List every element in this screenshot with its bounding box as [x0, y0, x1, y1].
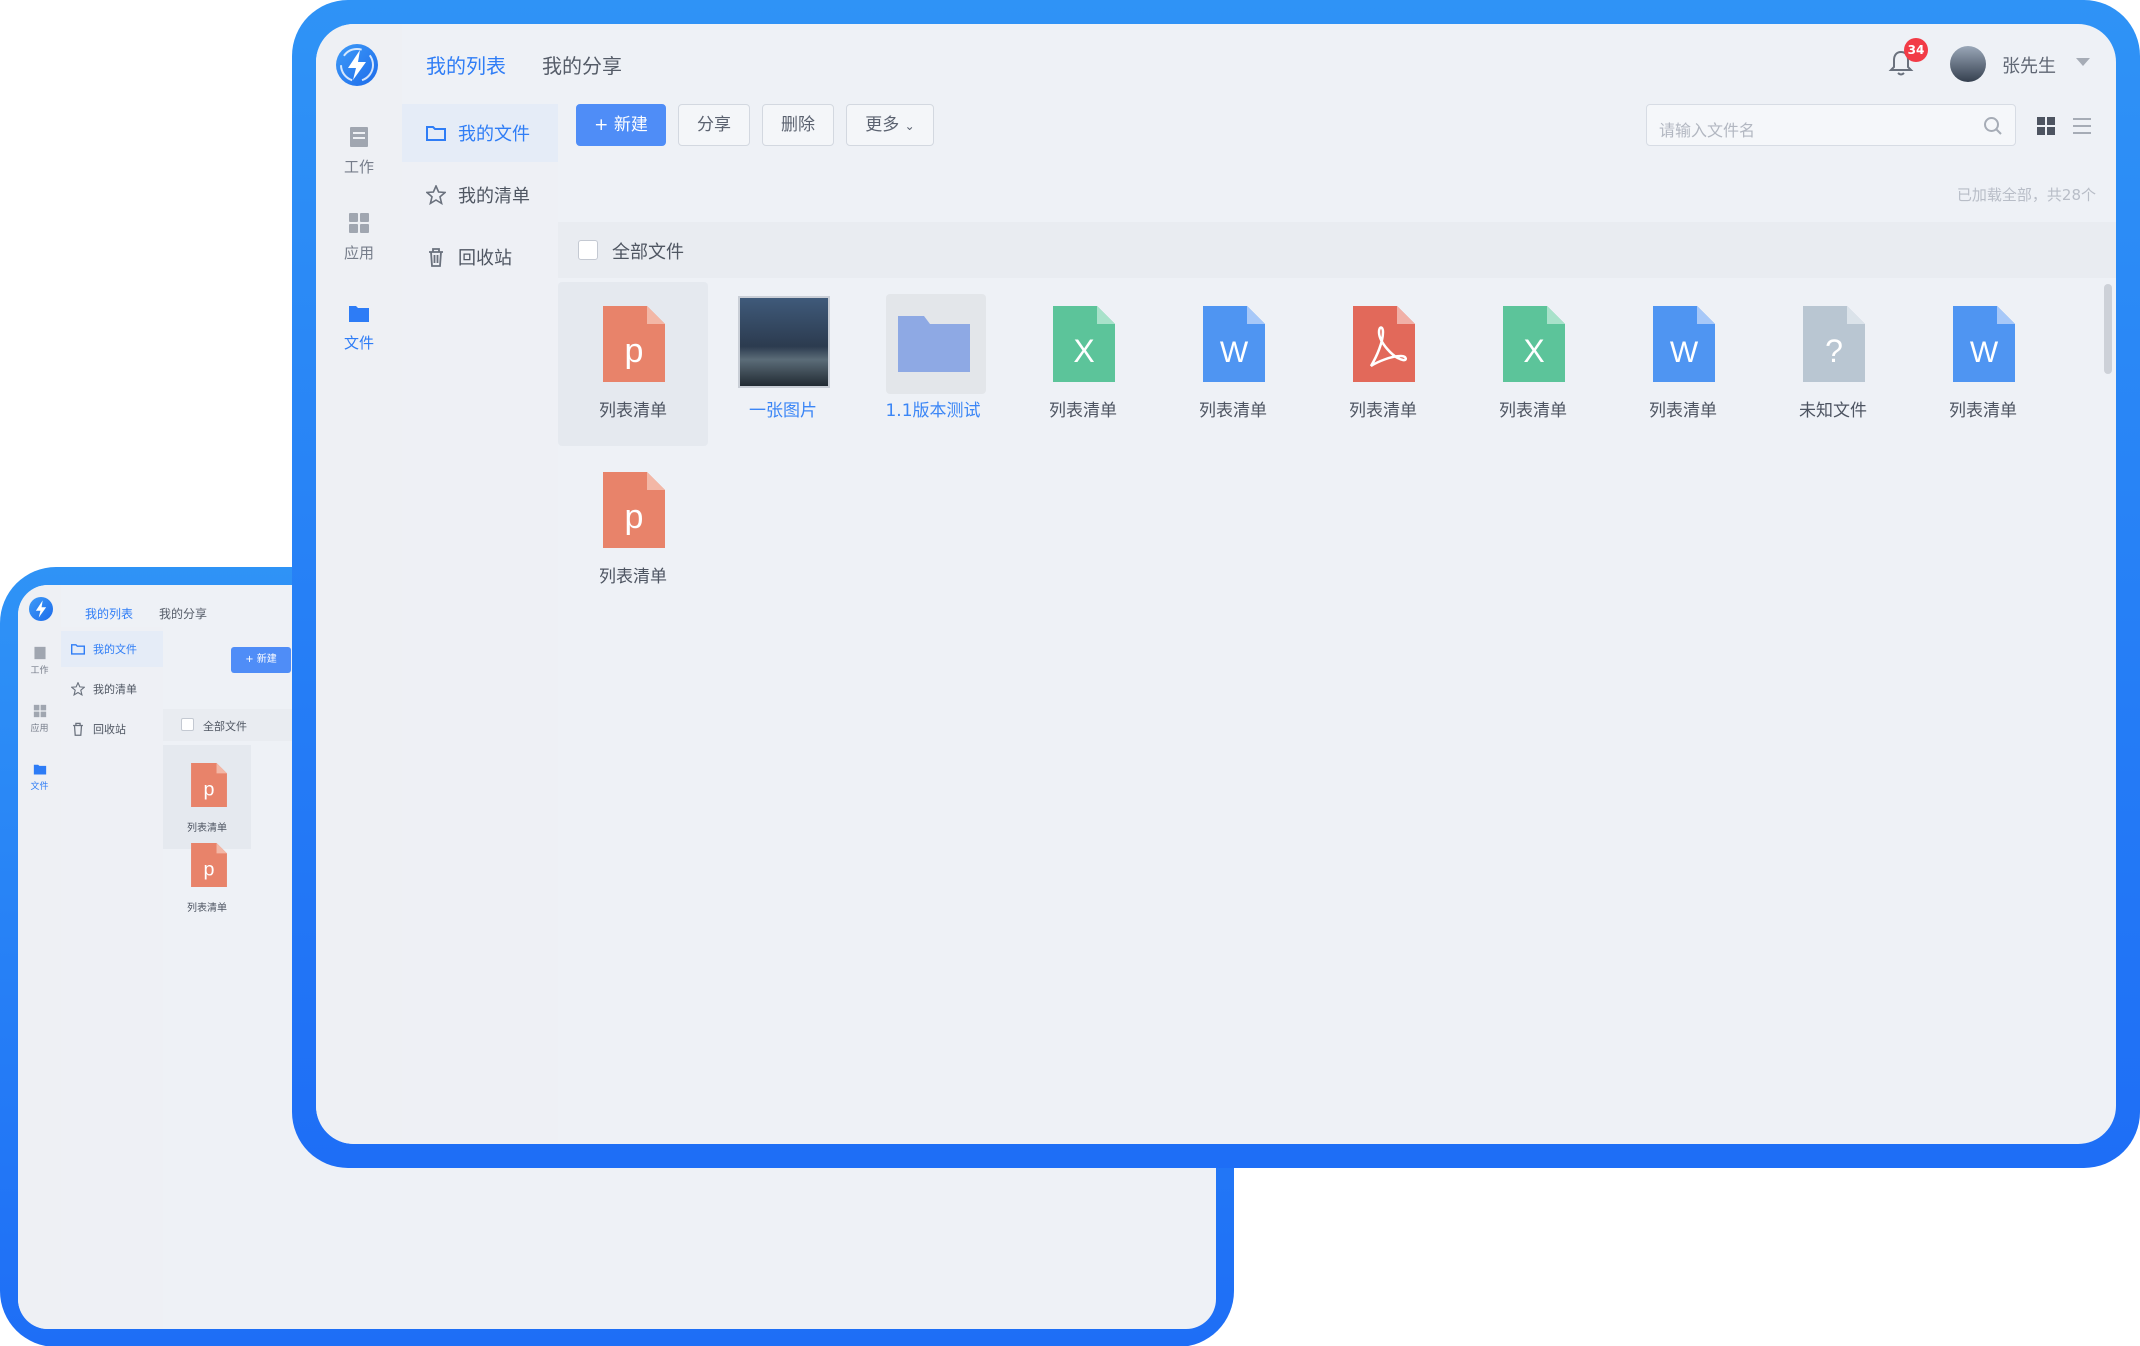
svg-text:p: p: [204, 858, 215, 880]
folder-outline-icon: [426, 126, 446, 141]
pdf-file-icon: [1353, 306, 1415, 382]
ppt-file-icon: p: [603, 306, 665, 382]
work-icon: [350, 127, 368, 147]
nav-rail: 工作 应用 文件: [316, 24, 402, 1144]
back-logo-icon: [29, 597, 53, 621]
excel-file-icon: X: [1503, 306, 1565, 382]
file-item-word[interactable]: W 列表清单: [1908, 282, 2058, 446]
main-device-frame: 工作 应用 文件 我的列表 我的分享 34 张先生 我的文件 我的清单 回收站 …: [292, 0, 2140, 1168]
share-button[interactable]: 分享: [678, 104, 750, 146]
select-all-checkbox[interactable]: [578, 240, 598, 260]
ppt-file-icon: p: [603, 472, 665, 548]
folder-icon: [898, 316, 970, 372]
delete-button[interactable]: 删除: [762, 104, 834, 146]
back-sidebar-item-my-files[interactable]: 我的文件: [61, 631, 163, 667]
loaded-status: 已加载全部，共28个: [1956, 186, 2096, 204]
more-button[interactable]: 更多 ⌄: [846, 104, 934, 146]
select-all-label: 全部文件: [612, 242, 684, 263]
ppt-file-icon: p: [191, 763, 227, 807]
back-tab-my-list[interactable]: 我的列表: [85, 605, 133, 622]
sidebar-item-trash[interactable]: 回收站: [402, 228, 558, 286]
word-file-icon: W: [1953, 306, 2015, 382]
svg-text:p: p: [204, 778, 215, 800]
file-item-word[interactable]: W 列表清单: [1608, 282, 1758, 446]
back-rail-item-apps[interactable]: 应用: [18, 703, 61, 734]
back-rail: 工作 应用 文件: [18, 585, 61, 1329]
notification-badge: 34: [1904, 38, 1928, 62]
rail-item-work[interactable]: 工作: [316, 124, 402, 177]
file-item-ppt[interactable]: p 列表清单: [558, 282, 708, 446]
sidebar-item-my-files[interactable]: 我的文件: [402, 104, 558, 162]
main-content: + 新建 分享 删除 更多 ⌄ 请输入文件名 已加载全部，共28个 全部文件 p…: [558, 104, 2116, 1144]
search-input[interactable]: 请输入文件名: [1646, 104, 2016, 146]
grid-view-icon[interactable]: [2036, 116, 2056, 136]
svg-text:X: X: [1523, 333, 1544, 369]
scene: 工作 应用 文件 我的列表 我的分享 我的文件 我的清单 回收站 + 新建 全部…: [0, 0, 2140, 1346]
file-item-word[interactable]: W 列表清单: [1158, 282, 1308, 446]
back-sidebar: 我的文件 我的清单 回收站: [61, 627, 163, 1329]
file-item-image[interactable]: 一张图片: [708, 282, 858, 446]
trash-icon: [429, 248, 443, 267]
back-rail-item-work[interactable]: 工作: [18, 645, 61, 676]
excel-file-icon: X: [1053, 306, 1115, 382]
svg-text:W: W: [1220, 336, 1249, 369]
svg-text:W: W: [1670, 336, 1699, 369]
star-icon: [426, 185, 446, 205]
file-item-ppt[interactable]: p 列表清单: [558, 448, 708, 612]
image-thumbnail: [738, 296, 830, 388]
username[interactable]: 张先生: [2002, 52, 2056, 78]
sidebar-item-my-list[interactable]: 我的清单: [402, 166, 558, 224]
back-select-all-checkbox[interactable]: [181, 718, 194, 731]
chevron-down-icon[interactable]: [2076, 58, 2090, 66]
back-tab-my-share[interactable]: 我的分享: [159, 605, 207, 622]
sidebar: 我的文件 我的清单 回收站: [402, 104, 558, 1144]
chevron-down-icon: ⌄: [904, 119, 915, 133]
svg-text:?: ?: [1825, 333, 1843, 369]
back-sidebar-item-trash[interactable]: 回收站: [61, 711, 163, 747]
search-icon[interactable]: [1983, 116, 2003, 136]
back-file-item[interactable]: p 列表清单: [163, 825, 251, 929]
back-sidebar-item-my-list[interactable]: 我的清单: [61, 671, 163, 707]
file-item-folder[interactable]: 1.1版本测试: [858, 282, 1008, 446]
tab-my-share[interactable]: 我的分享: [542, 50, 622, 79]
list-view-icon[interactable]: [2072, 116, 2092, 136]
tab-my-list[interactable]: 我的列表: [426, 50, 506, 79]
unknown-file-icon: ?: [1803, 306, 1865, 382]
svg-text:W: W: [1970, 336, 1999, 369]
back-new-button[interactable]: + 新建: [231, 647, 291, 673]
svg-text:p: p: [625, 332, 644, 370]
svg-text:p: p: [625, 498, 644, 536]
file-item-excel[interactable]: X 列表清单: [1008, 282, 1158, 446]
file-grid: p 列表清单 一张图片 1.1版本测试 X 列表清单 W 列表清单 列表清单 X…: [558, 282, 2116, 1144]
new-button[interactable]: + 新建: [576, 104, 666, 146]
back-select-all-label: 全部文件: [203, 720, 247, 733]
top-header: 我的列表 我的分享 34 张先生: [402, 24, 2116, 104]
app-logo-icon: [336, 44, 378, 86]
apps-icon: [349, 213, 369, 233]
file-item-unknown[interactable]: ? 未知文件: [1758, 282, 1908, 446]
main-screen: 工作 应用 文件 我的列表 我的分享 34 张先生 我的文件 我的清单 回收站 …: [316, 24, 2116, 1144]
folder-icon: [349, 306, 369, 322]
svg-text:X: X: [1073, 333, 1094, 369]
file-item-pdf[interactable]: 列表清单: [1308, 282, 1458, 446]
back-rail-item-files[interactable]: 文件: [18, 761, 61, 792]
word-file-icon: W: [1653, 306, 1715, 382]
toolbar: + 新建 分享 删除 更多 ⌄ 请输入文件名: [558, 104, 2116, 146]
select-all-bar: 全部文件: [558, 222, 2116, 278]
word-file-icon: W: [1203, 306, 1265, 382]
rail-item-files[interactable]: 文件: [316, 300, 402, 353]
avatar[interactable]: [1950, 46, 1986, 82]
scrollbar[interactable]: [2104, 284, 2112, 374]
rail-item-apps[interactable]: 应用: [316, 210, 402, 263]
ppt-file-icon: p: [191, 843, 227, 887]
file-item-excel[interactable]: X 列表清单: [1458, 282, 1608, 446]
